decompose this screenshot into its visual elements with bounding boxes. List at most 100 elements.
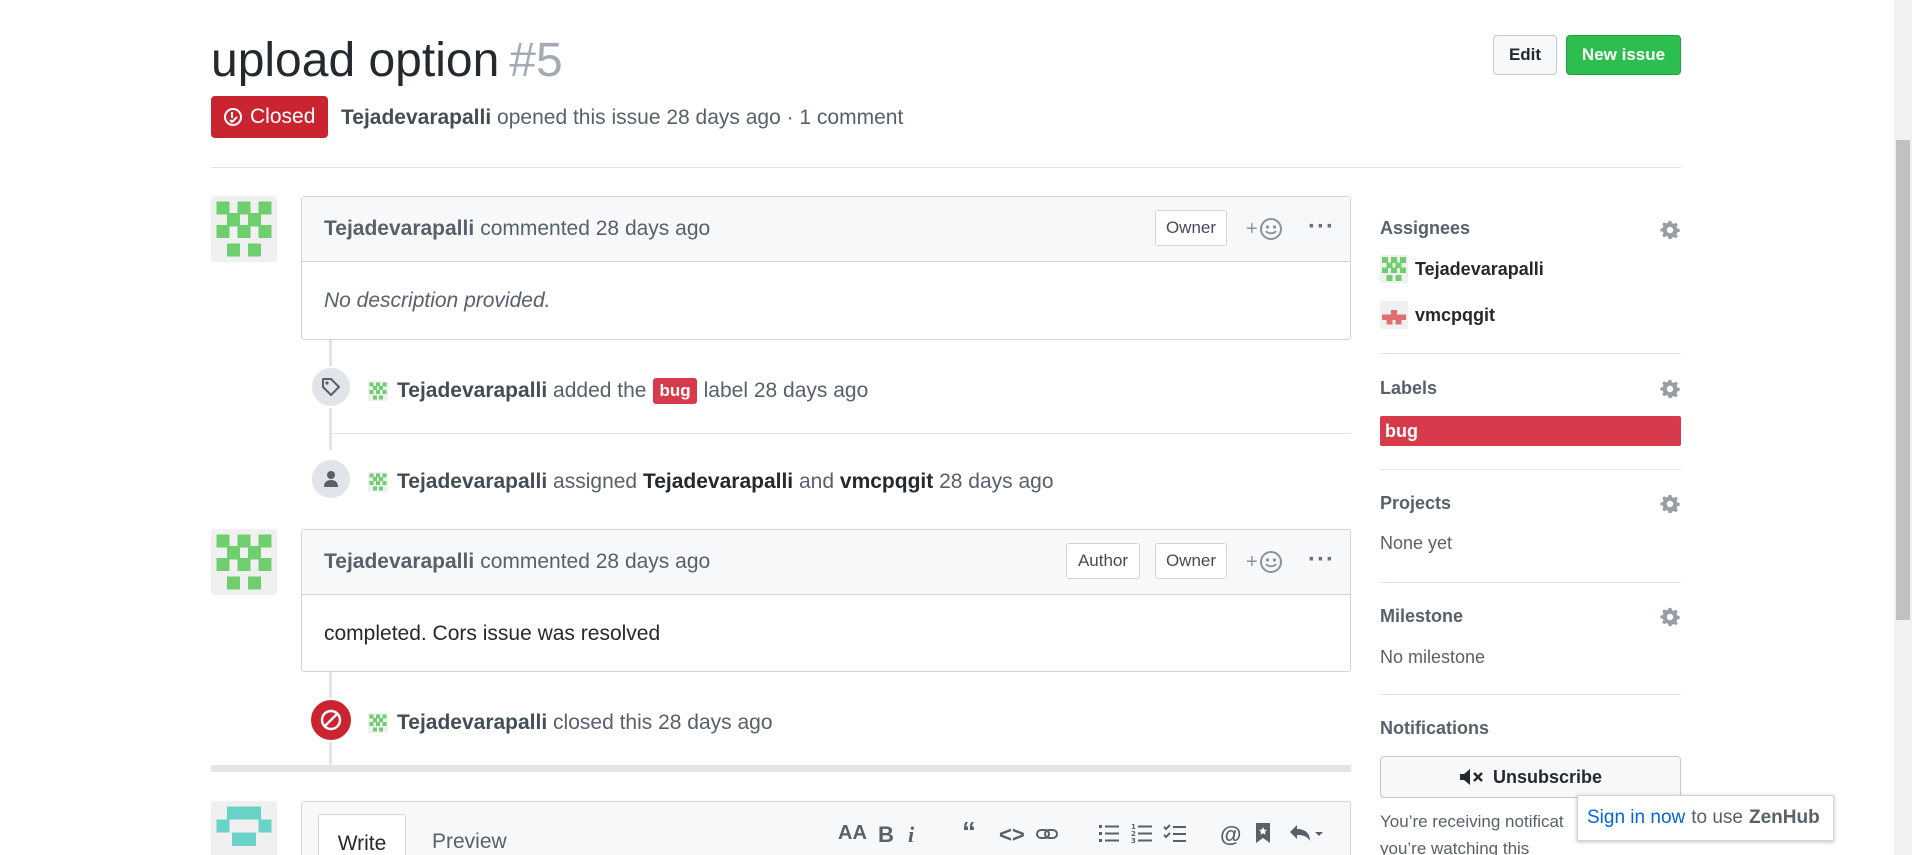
- assigned-user[interactable]: Tejadevarapalli: [643, 470, 793, 494]
- link-icon[interactable]: [1035, 822, 1059, 846]
- unsubscribe-label: Unsubscribe: [1492, 766, 1603, 787]
- notification-description: You’re receiving notificat you’re watchi…: [1380, 812, 1564, 855]
- event-text: assigned: [553, 470, 638, 493]
- owner-badge: Owner: [1155, 543, 1227, 579]
- comment-box: Tejadevarapalli commented 28 days ago Ow…: [301, 196, 1351, 340]
- new-issue-button[interactable]: New issue: [1566, 35, 1681, 75]
- bold-icon[interactable]: B: [878, 822, 894, 848]
- gear-icon[interactable]: [1659, 493, 1681, 515]
- event-text: 28 days ago: [939, 470, 1054, 493]
- avatar: [1380, 301, 1408, 329]
- circle-slash-icon: [309, 698, 353, 742]
- kebab-icon[interactable]: ···: [1308, 213, 1335, 241]
- issue-number: #5: [509, 34, 563, 87]
- comment-composer: Write Preview AA B i “ <> 123 @: [301, 801, 1351, 855]
- bookmark-icon[interactable]: [1254, 822, 1272, 844]
- smiley-icon: [1259, 217, 1283, 241]
- projects-value: None yet: [1380, 533, 1453, 553]
- comment-action[interactable]: commented 28 days ago: [480, 550, 710, 574]
- avatar[interactable]: [368, 472, 388, 492]
- mute-icon: [1459, 767, 1485, 787]
- avatar[interactable]: [211, 529, 277, 595]
- comment-action[interactable]: commented 28 days ago: [480, 217, 710, 241]
- projects-heading: Projects: [1380, 493, 1452, 513]
- unsubscribe-button[interactable]: Unsubscribe: [1380, 756, 1681, 798]
- event-actor[interactable]: Tejadevarapalli: [397, 379, 547, 403]
- header-divider: [211, 167, 1681, 168]
- mention-icon[interactable]: @: [1220, 822, 1241, 848]
- zenhub-brand: ZenHub: [1749, 807, 1820, 828]
- svg-text:3: 3: [1131, 837, 1136, 844]
- tasklist-icon[interactable]: [1163, 822, 1187, 844]
- milestone-heading: Milestone: [1380, 606, 1464, 626]
- assignee-name: vmcpqgit: [1415, 304, 1496, 325]
- event-actor[interactable]: Tejadevarapalli: [397, 470, 547, 494]
- heading-icon[interactable]: AA: [838, 822, 867, 845]
- assigned-user[interactable]: vmcpqgit: [840, 470, 933, 494]
- zenhub-text: to use: [1691, 807, 1743, 828]
- event-text: label 28 days ago: [703, 379, 869, 402]
- close-event: Tejadevarapalli closed this 28 days ago: [368, 711, 773, 735]
- list-icon[interactable]: [1098, 822, 1120, 844]
- labels-heading: Labels: [1380, 378, 1438, 398]
- issue-meta-text: opened this issue 28 days ago · 1 commen…: [497, 106, 904, 129]
- smiley-icon: [1259, 550, 1283, 574]
- state-label: Closed: [250, 105, 316, 128]
- numbered-list-icon[interactable]: 123: [1131, 822, 1153, 844]
- issue-title-text: upload option: [211, 34, 500, 87]
- scrollbar-thumb[interactable]: [1896, 140, 1910, 620]
- comment-header: Tejadevarapalli commented 28 days ago Ow…: [302, 197, 1350, 262]
- issue-closed-icon: [223, 107, 243, 127]
- code-icon[interactable]: <>: [999, 822, 1025, 848]
- milestone-value: No milestone: [1380, 647, 1486, 667]
- comment-header: Tejadevarapalli commented 28 days ago Au…: [302, 530, 1350, 595]
- add-reaction-button[interactable]: +: [1246, 217, 1283, 241]
- issue-title: upload option #5: [211, 30, 563, 92]
- kebab-icon[interactable]: ···: [1308, 546, 1335, 574]
- assignee-item[interactable]: Tejadevarapalli: [1380, 255, 1544, 283]
- event-actor[interactable]: Tejadevarapalli: [397, 711, 547, 735]
- label-event: Tejadevarapalli added the bug label 28 d…: [368, 378, 868, 404]
- event-text: closed this 28 days ago: [553, 711, 773, 734]
- event-divider: [330, 433, 1351, 434]
- edit-button[interactable]: Edit: [1493, 35, 1557, 75]
- gear-icon[interactable]: [1659, 606, 1681, 628]
- avatar[interactable]: [211, 196, 277, 262]
- zenhub-signin-link[interactable]: Sign in now: [1587, 807, 1685, 829]
- assignees-heading: Assignees: [1380, 218, 1471, 238]
- comment-box: Tejadevarapalli commented 28 days ago Au…: [301, 529, 1351, 672]
- avatar: [1380, 255, 1408, 283]
- issue-author-link[interactable]: Tejadevarapalli: [341, 106, 491, 129]
- tab-preview[interactable]: Preview: [432, 830, 507, 854]
- bug-label[interactable]: bug: [653, 378, 697, 404]
- notifications-heading: Notifications: [1380, 718, 1490, 738]
- sidebar-divider: [1380, 353, 1681, 354]
- avatar[interactable]: [368, 381, 388, 401]
- assign-event: Tejadevarapalli assigned Tejadevarapalli…: [368, 470, 1054, 494]
- sidebar-divider: [1380, 694, 1681, 695]
- avatar[interactable]: [368, 713, 388, 733]
- sidebar-bug-label[interactable]: bug: [1380, 416, 1681, 446]
- zenhub-signin-popup: Sign in now to use ZenHub: [1577, 795, 1834, 841]
- assignee-item[interactable]: vmcpqgit: [1380, 301, 1495, 329]
- comment-body: No description provided.: [324, 289, 551, 312]
- author-badge: Author: [1066, 543, 1140, 579]
- owner-badge: Owner: [1155, 210, 1227, 246]
- italic-icon[interactable]: i: [908, 822, 914, 848]
- reply-icon[interactable]: [1288, 822, 1324, 844]
- tab-write[interactable]: Write: [318, 814, 406, 855]
- comment-author[interactable]: Tejadevarapalli: [324, 550, 474, 574]
- avatar[interactable]: [211, 801, 277, 855]
- assignee-name: Tejadevarapalli: [1415, 258, 1544, 279]
- issue-meta: Tejadevarapalli opened this issue 28 day…: [341, 106, 903, 130]
- comment-author[interactable]: Tejadevarapalli: [324, 217, 474, 241]
- comment-body: completed. Cors issue was resolved: [324, 621, 661, 645]
- event-text: added the: [553, 379, 647, 402]
- add-reaction-button[interactable]: +: [1246, 550, 1283, 574]
- quote-icon[interactable]: “: [962, 816, 976, 848]
- gear-icon[interactable]: [1659, 378, 1681, 400]
- timeline-end-divider: [211, 765, 1351, 772]
- gear-icon[interactable]: [1659, 219, 1681, 241]
- sidebar-divider: [1380, 469, 1681, 470]
- sidebar-divider: [1380, 582, 1681, 583]
